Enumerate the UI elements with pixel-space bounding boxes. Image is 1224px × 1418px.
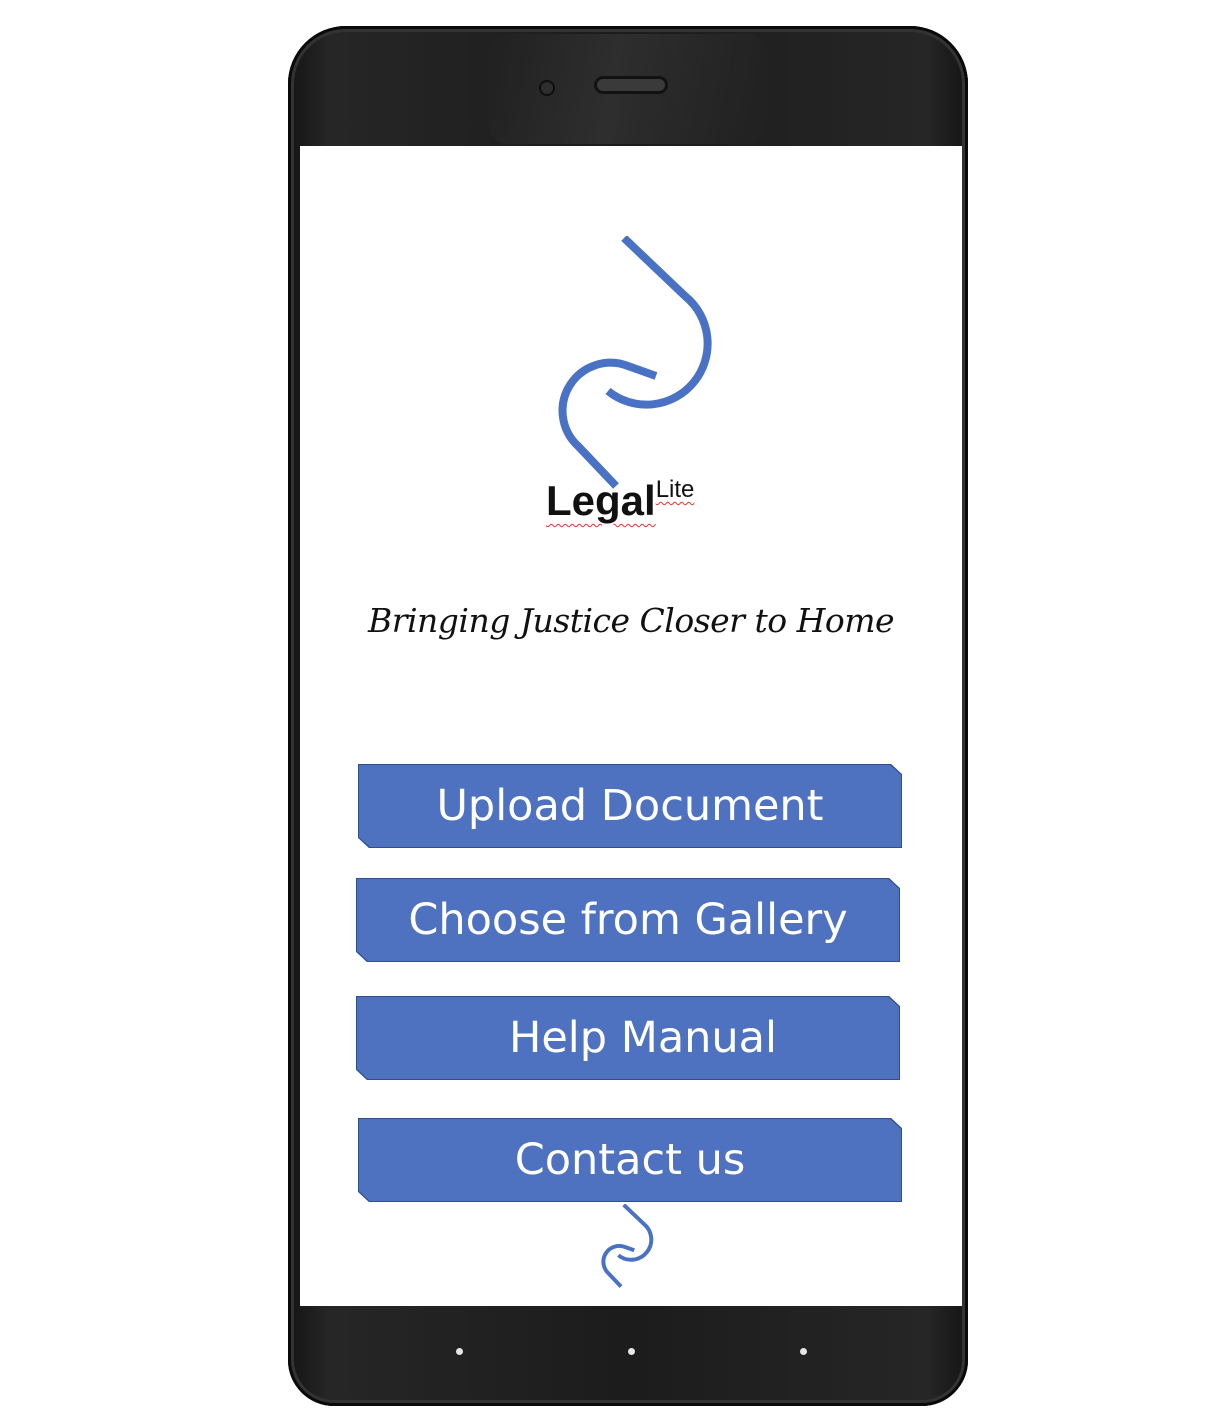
app-screen: LegalLite Bringing Justice Closer to Hom… (300, 146, 962, 1306)
brand-wordmark: LegalLite (546, 476, 694, 546)
legallite-logo-icon (558, 236, 712, 489)
nav-back-button[interactable] (800, 1348, 807, 1355)
phone-frame: LegalLite Bringing Justice Closer to Hom… (288, 26, 968, 1406)
earpiece-speaker (594, 76, 668, 94)
legallite-logo-small-icon (601, 1204, 654, 1288)
brand-superscript: Lite (655, 476, 695, 503)
choose-from-gallery-button[interactable]: Choose from Gallery (357, 879, 899, 961)
front-camera (539, 80, 555, 96)
help-manual-button[interactable]: Help Manual (357, 997, 899, 1079)
nav-home-button[interactable] (628, 1348, 635, 1355)
upload-document-button[interactable]: Upload Document (359, 765, 901, 847)
contact-us-button[interactable]: Contact us (359, 1119, 901, 1201)
nav-recent-button[interactable] (456, 1348, 463, 1355)
tagline: Bringing Justice Closer to Home (367, 601, 895, 640)
brand-name: Legal (546, 477, 656, 524)
